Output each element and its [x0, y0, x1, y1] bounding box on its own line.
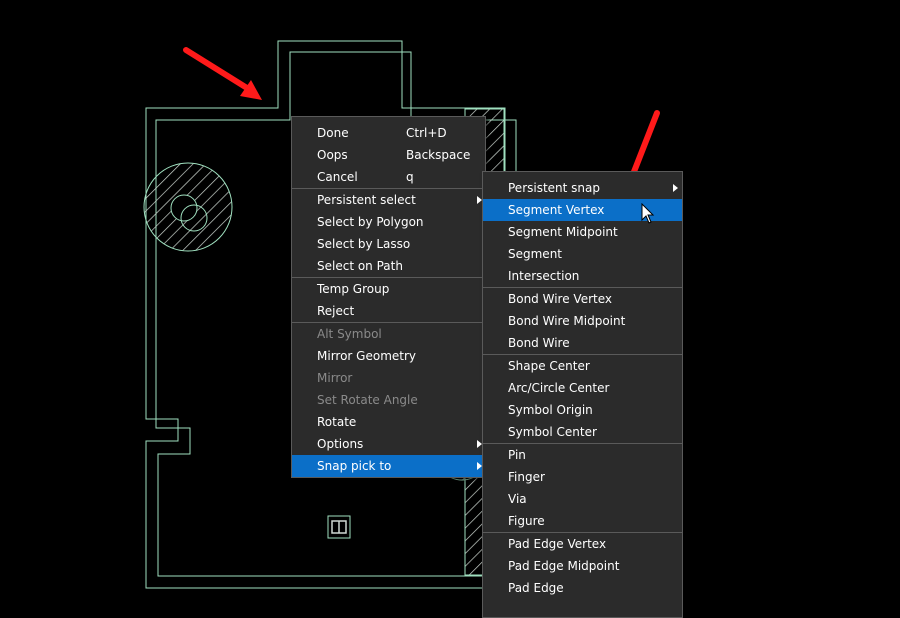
- menu-item-label: Set Rotate Angle: [317, 393, 418, 407]
- menu-item-select-by-polygon[interactable]: Select by Polygon: [292, 211, 485, 233]
- snap-item-bond-wire-vertex[interactable]: Bond Wire Vertex: [483, 288, 682, 310]
- snap-item-persistent-snap[interactable]: Persistent snap: [483, 177, 682, 199]
- menu-item-snap-pick-to[interactable]: Snap pick to: [292, 455, 485, 477]
- snap-item-bond-wire-midpoint[interactable]: Bond Wire Midpoint: [483, 310, 682, 332]
- menu-item-label: Figure: [508, 514, 545, 528]
- menu-item-alt-symbol: Alt Symbol: [292, 323, 485, 345]
- menu-item-label: Pad Edge Vertex: [508, 537, 607, 551]
- menu-item-label: Select on Path: [317, 259, 403, 273]
- menu-item-options[interactable]: Options: [292, 433, 485, 455]
- menu-item-label: Cancel: [317, 170, 358, 184]
- menu-item-label: Select by Polygon: [317, 215, 424, 229]
- menu-item-label: Rotate: [317, 415, 357, 429]
- menu-item-label: Done: [317, 126, 349, 140]
- snap-item-pin[interactable]: Pin: [483, 444, 682, 466]
- snap-item-segment[interactable]: Segment: [483, 243, 682, 265]
- menu-item-rotate[interactable]: Rotate: [292, 411, 485, 433]
- menu-item-select-by-lasso[interactable]: Select by Lasso: [292, 233, 485, 255]
- menu-item-label: Bond Wire: [508, 336, 570, 350]
- menu-item-label: Reject: [317, 304, 355, 318]
- menu-item-label: Segment: [508, 247, 562, 261]
- menu-item-label: Arc/Circle Center: [508, 381, 610, 395]
- menu-item-label: Symbol Center: [508, 425, 597, 439]
- menu-item-select-on-path[interactable]: Select on Path: [292, 255, 485, 277]
- menu-item-label: Pad Edge Midpoint: [508, 559, 620, 573]
- small-symbol[interactable]: [327, 515, 351, 539]
- menu-item-label: Alt Symbol: [317, 327, 382, 341]
- menu-item-cancel[interactable]: Cancel q: [292, 166, 485, 188]
- snap-item-figure[interactable]: Figure: [483, 510, 682, 532]
- menu-item-shortcut: Ctrl+D: [406, 126, 447, 140]
- mouse-cursor-icon: [641, 203, 655, 224]
- menu-item-label: Options: [317, 437, 364, 451]
- menu-item-label: Persistent select: [317, 193, 416, 207]
- menu-item-done[interactable]: Done Ctrl+D: [292, 122, 485, 144]
- menu-item-temp-group[interactable]: Temp Group: [292, 278, 485, 300]
- context-menu: Done Ctrl+D Oops Backspace Cancel q Persistent…: [291, 116, 486, 478]
- menu-item-label: Mirror: [317, 371, 353, 385]
- snap-item-arc-circle-center[interactable]: Arc/Circle Center: [483, 377, 682, 399]
- menu-item-label: Intersection: [508, 269, 580, 283]
- snap-item-finger[interactable]: Finger: [483, 466, 682, 488]
- snap-item-symbol-origin[interactable]: Symbol Origin: [483, 399, 682, 421]
- snap-item-symbol-center[interactable]: Symbol Center: [483, 421, 682, 443]
- menu-item-label: Oops: [317, 148, 348, 162]
- snap-item-shape-center[interactable]: Shape Center: [483, 355, 682, 377]
- menu-item-shortcut: q: [406, 170, 414, 184]
- menu-item-label: Segment Midpoint: [508, 225, 618, 239]
- menu-item-label: Via: [508, 492, 527, 506]
- snap-item-pad-edge[interactable]: Pad Edge: [483, 577, 682, 599]
- menu-item-label: Temp Group: [317, 282, 390, 296]
- menu-item-mirror-geometry[interactable]: Mirror Geometry: [292, 345, 485, 367]
- menu-item-label: Segment Vertex: [508, 203, 605, 217]
- menu-item-persistent-select[interactable]: Persistent select: [292, 189, 485, 211]
- menu-item-label: Select by Lasso: [317, 237, 411, 251]
- menu-item-shortcut: Backspace: [406, 148, 471, 162]
- submenu-arrow-icon: [673, 184, 678, 192]
- menu-item-reject[interactable]: Reject: [292, 300, 485, 322]
- menu-item-label: Pad Edge: [508, 581, 564, 595]
- menu-item-label: Persistent snap: [508, 181, 601, 195]
- menu-item-mirror: Mirror: [292, 367, 485, 389]
- menu-item-label: Snap pick to: [317, 459, 392, 473]
- red-arrow-icon: [183, 47, 262, 100]
- snap-item-via[interactable]: Via: [483, 488, 682, 510]
- hatched-mounting-hole: [143, 162, 233, 252]
- menu-item-oops[interactable]: Oops Backspace: [292, 144, 485, 166]
- menu-item-label: Pin: [508, 448, 526, 462]
- menu-item-set-rotate-angle: Set Rotate Angle: [292, 389, 485, 411]
- snap-item-pad-edge-midpoint[interactable]: Pad Edge Midpoint: [483, 555, 682, 577]
- menu-item-label: Mirror Geometry: [317, 349, 417, 363]
- menu-item-label: Shape Center: [508, 359, 590, 373]
- snap-item-intersection[interactable]: Intersection: [483, 265, 682, 287]
- menu-item-label: Symbol Origin: [508, 403, 593, 417]
- menu-item-label: Finger: [508, 470, 545, 484]
- menu-item-label: Bond Wire Vertex: [508, 292, 612, 306]
- snap-item-bond-wire[interactable]: Bond Wire: [483, 332, 682, 354]
- menu-item-label: Bond Wire Midpoint: [508, 314, 626, 328]
- snap-pick-submenu: Persistent snap Segment Vertex Segment Mid…: [482, 171, 683, 618]
- snap-item-pad-edge-vertex[interactable]: Pad Edge Vertex: [483, 533, 682, 555]
